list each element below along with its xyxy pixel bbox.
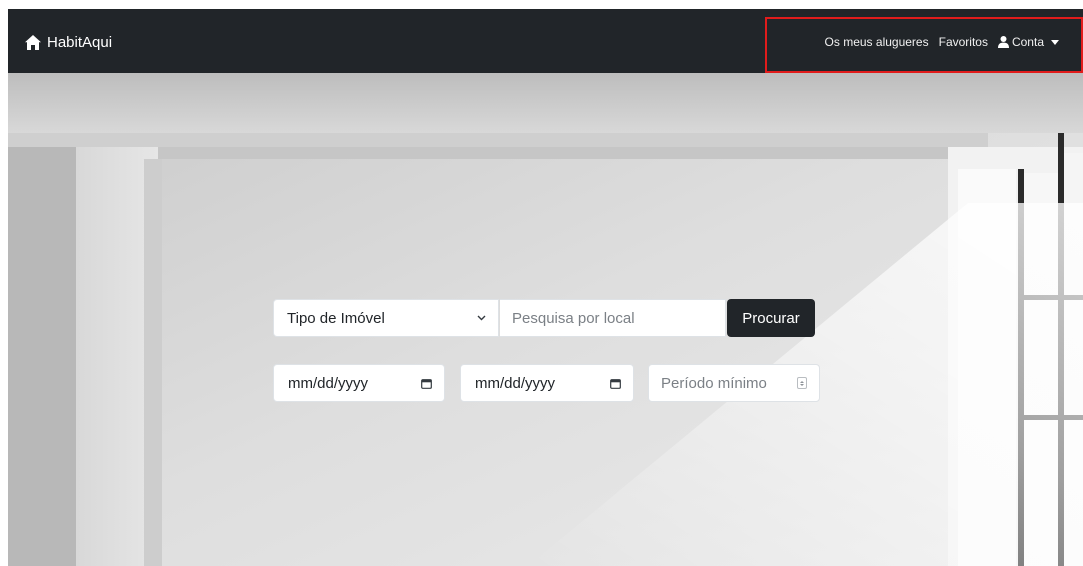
calendar-icon[interactable] [421,378,432,389]
date-filters: mm/dd/yyyy mm/dd/yyyy Período mínimo [273,364,820,402]
end-date-input[interactable]: mm/dd/yyyy [460,364,634,402]
calendar-icon[interactable] [610,378,621,389]
account-label: Conta [1011,35,1044,49]
nav-link-rentals[interactable]: Os meus alugueres [825,35,929,49]
brand-link[interactable]: HabitAqui [25,32,112,52]
nav-links: Os meus alugueres Favoritos Conta [825,31,1059,53]
location-search-input[interactable] [500,299,726,337]
caret-down-icon [1051,39,1059,45]
home-icon [25,34,41,50]
brand-name: HabitAqui [47,33,113,51]
min-period-input[interactable]: Período mínimo [648,364,820,402]
account-dropdown[interactable]: Conta [997,35,1059,49]
search-bar: Tipo de Imóvel Procurar [273,299,815,337]
app-viewport: HabitAqui Os meus alugueres Favoritos Co… [8,9,1083,566]
chevron-down-icon [477,315,486,321]
end-date-placeholder: mm/dd/yyyy [475,374,556,392]
nav-link-favorites[interactable]: Favoritos [939,35,988,49]
navbar: HabitAqui Os meus alugueres Favoritos Co… [8,9,1083,73]
spinner-icon[interactable] [797,377,807,389]
property-type-select[interactable]: Tipo de Imóvel [273,299,499,337]
user-icon [997,36,1009,48]
start-date-placeholder: mm/dd/yyyy [288,374,369,392]
min-period-placeholder: Período mínimo [661,374,767,392]
property-type-value: Tipo de Imóvel [287,309,385,327]
search-button[interactable]: Procurar [727,299,815,337]
start-date-input[interactable]: mm/dd/yyyy [273,364,445,402]
